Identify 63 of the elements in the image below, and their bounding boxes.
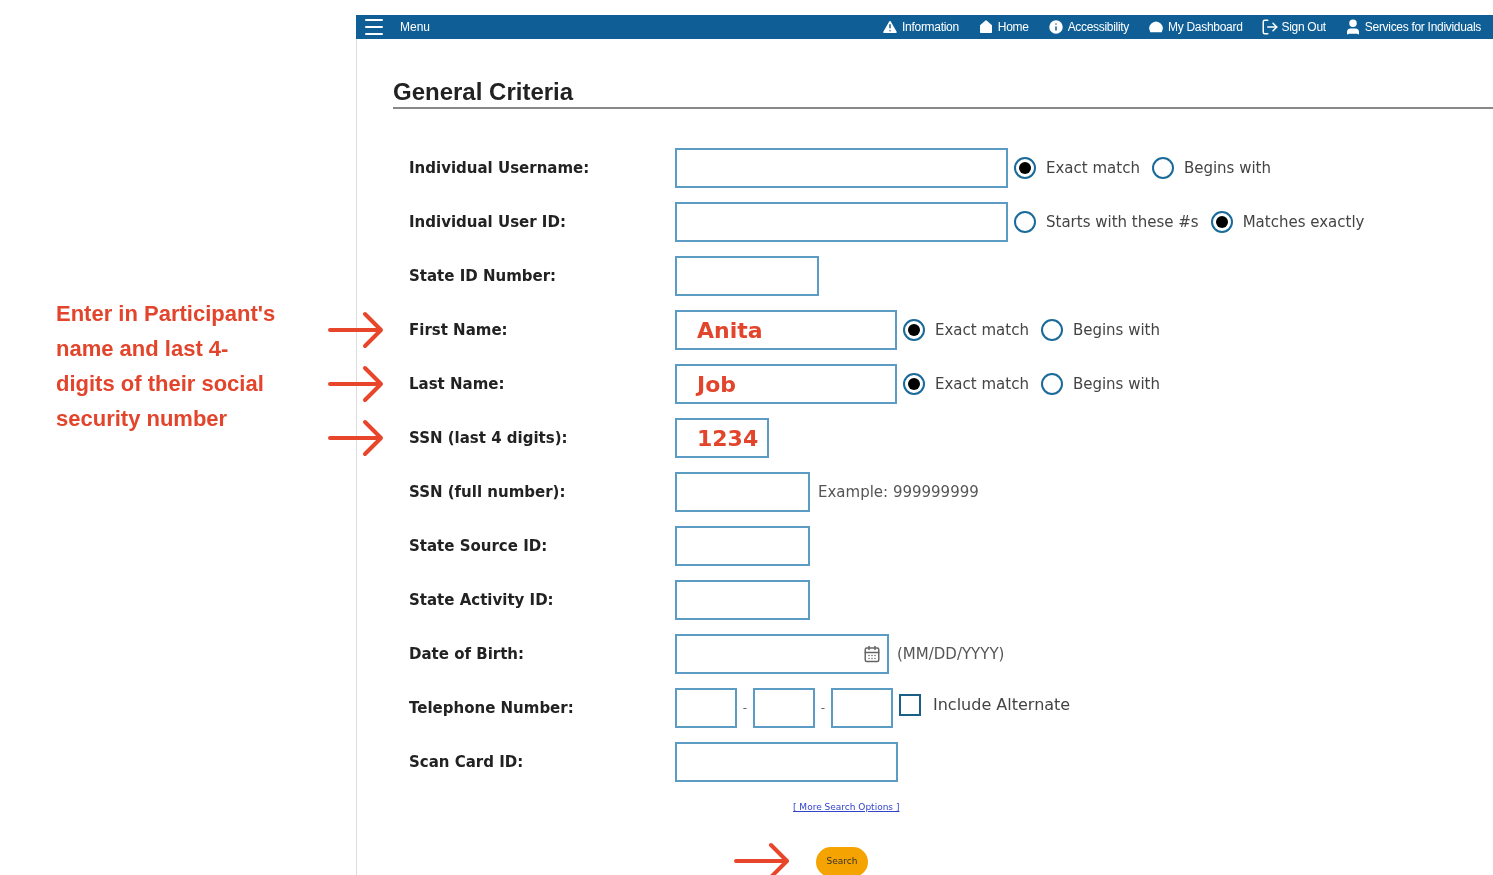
field-label: State Source ID:: [409, 535, 549, 557]
radio-label: Begins with: [1072, 319, 1160, 341]
input-field[interactable]: [675, 688, 737, 728]
date-field[interactable]: [675, 634, 889, 674]
hint-text: Example: 999999999: [818, 481, 979, 503]
radio-label: Matches exactly: [1242, 211, 1365, 233]
field-label: First Name:: [409, 319, 509, 341]
input-field[interactable]: [675, 202, 1008, 242]
field-label: State ID Number:: [409, 265, 558, 287]
input-field[interactable]: 1234: [675, 418, 769, 458]
annotation-text: Enter in Participant's name and last 4-digits of their social security number: [55, 300, 277, 433]
nav-link[interactable]: Home: [976, 18, 1029, 36]
input-field[interactable]: [753, 688, 815, 728]
field-label: Individual Username:: [409, 157, 591, 179]
radio-label: Exact match: [935, 319, 1029, 341]
checkbox[interactable]: [899, 694, 921, 716]
info-icon: [1046, 18, 1065, 36]
separator-text: -: [741, 700, 749, 717]
radio-label: Exact match: [1046, 157, 1140, 179]
input-field[interactable]: [675, 148, 1008, 188]
search-button[interactable]: Search: [816, 847, 868, 875]
field-label: SSN (last 4 digits):: [409, 427, 569, 449]
input-field[interactable]: [675, 526, 810, 566]
field-label: State Activity ID:: [409, 589, 555, 611]
radio-button[interactable]: [903, 373, 925, 395]
hint-text: (MM/DD/YYYY): [897, 643, 1005, 665]
field-label: Date of Birth:: [409, 643, 525, 665]
field-label: Scan Card ID:: [409, 751, 525, 773]
radio-button[interactable]: [1040, 373, 1063, 395]
nav-link[interactable]: Information: [881, 18, 959, 36]
input-field[interactable]: Job: [675, 364, 897, 404]
nav-link[interactable]: Services for Individuals: [1343, 18, 1481, 36]
radio-label: Starts with these #s: [1046, 211, 1199, 233]
radio-label: Begins with: [1183, 157, 1271, 179]
checkbox-label: Include Alternate: [933, 694, 1071, 716]
separator-text: -: [819, 700, 827, 717]
radio-button[interactable]: [1014, 157, 1036, 179]
radio-button[interactable]: [1151, 157, 1174, 179]
nav-link[interactable]: Sign Out: [1260, 18, 1326, 36]
radio-label: Begins with: [1072, 373, 1160, 395]
radio-label: Exact match: [935, 373, 1029, 395]
input-field[interactable]: Anita: [675, 310, 897, 350]
input-field[interactable]: [675, 742, 898, 782]
input-field[interactable]: [831, 688, 893, 728]
field-label: SSN (full number):: [409, 481, 567, 503]
radio-button[interactable]: [1040, 319, 1063, 341]
radio-button[interactable]: [1014, 211, 1036, 233]
input-field[interactable]: [675, 472, 810, 512]
input-field[interactable]: [675, 580, 810, 620]
input-field[interactable]: [675, 256, 819, 296]
nav-link[interactable]: Accessibility: [1046, 18, 1130, 36]
nav-link[interactable]: My Dashboard: [1147, 18, 1243, 36]
radio-button[interactable]: [1210, 211, 1233, 233]
radio-button[interactable]: [903, 319, 925, 341]
field-label: Last Name:: [409, 373, 506, 395]
more-search-options-link[interactable]: [ More Search Options ]: [793, 802, 900, 812]
field-label: Telephone Number:: [409, 697, 575, 719]
field-label: Individual User ID:: [409, 211, 567, 233]
warning-icon: [881, 18, 900, 36]
calendar-icon[interactable]: [863, 645, 881, 663]
sign-out-icon: [1260, 18, 1279, 36]
section-title: General Criteria: [393, 77, 575, 107]
menu-button[interactable]: Menu: [362, 15, 431, 39]
